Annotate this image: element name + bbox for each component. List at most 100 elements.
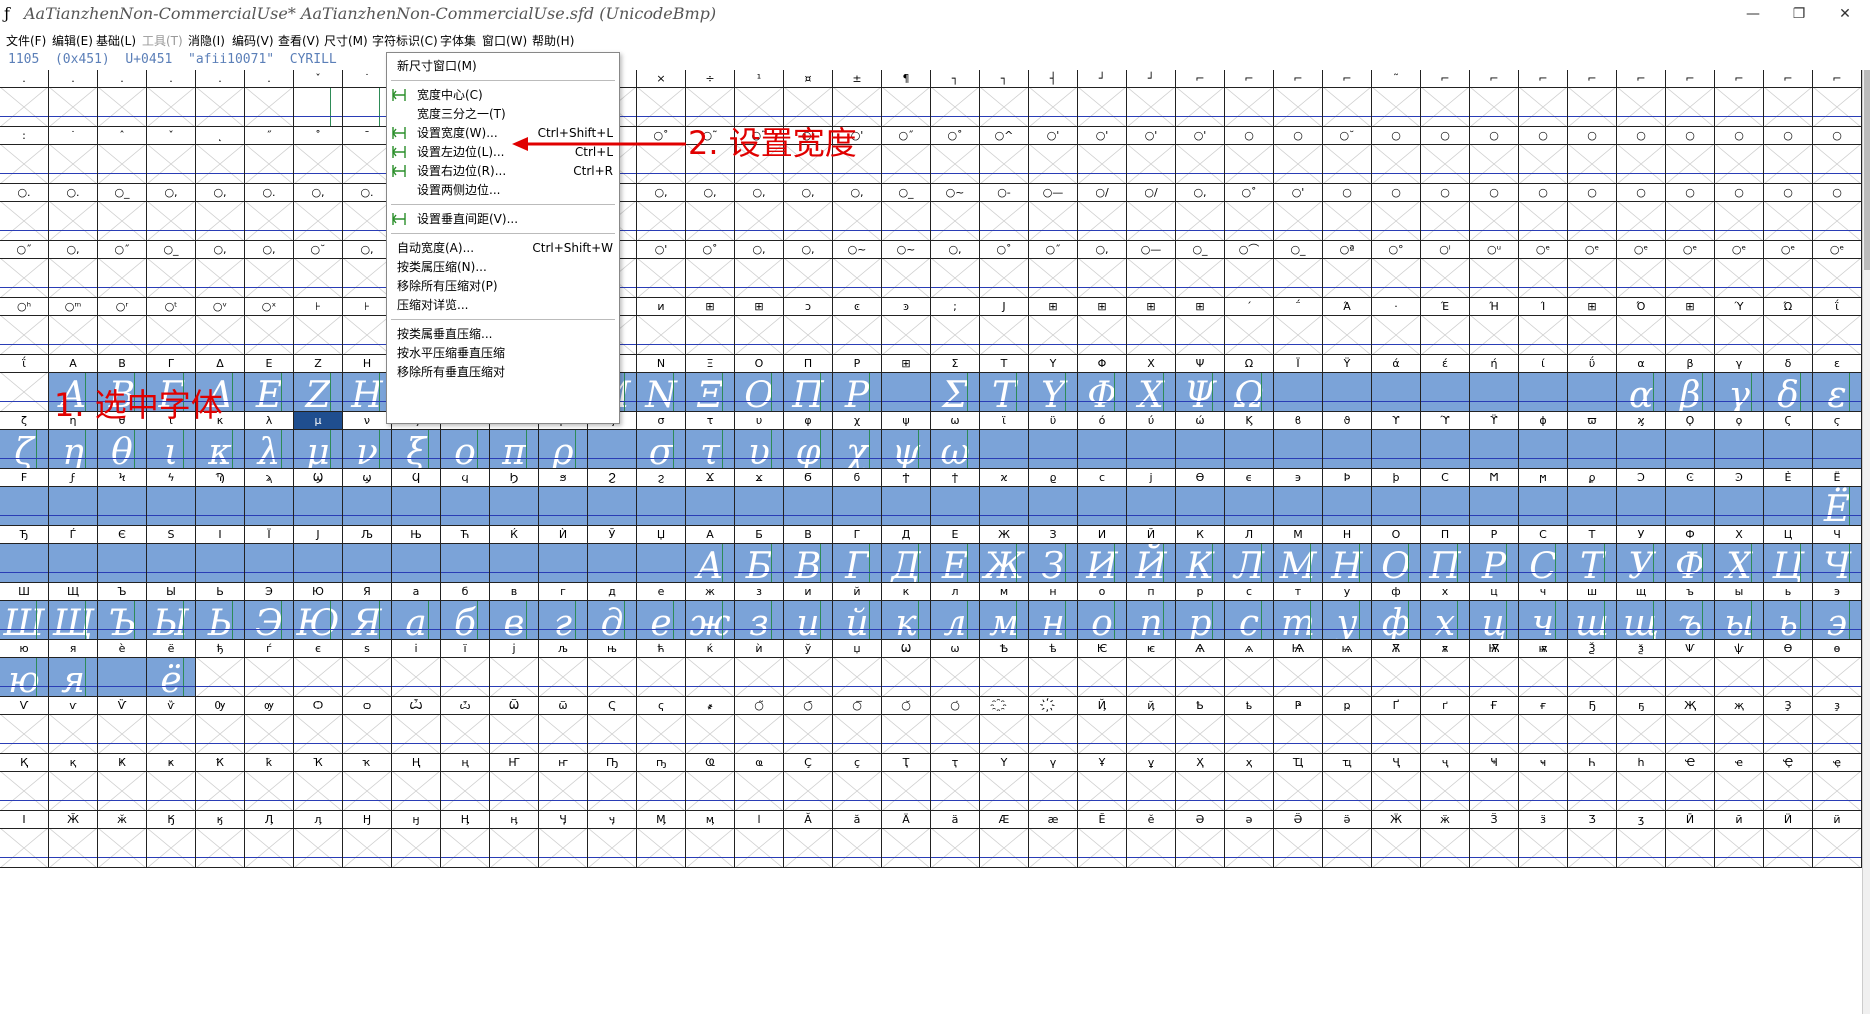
glyph-cell[interactable]: ӎ	[686, 811, 735, 868]
glyph-cell[interactable]: ○,	[49, 241, 98, 298]
glyph-cell[interactable]: ˉ	[343, 127, 392, 184]
glyph-cell[interactable]: ҂	[686, 697, 735, 754]
glyph-cell[interactable]: ○	[1666, 184, 1715, 241]
glyph-cell[interactable]: ИИ	[1078, 526, 1127, 583]
glyph-cell[interactable]: ×	[637, 70, 686, 127]
glyph-cell[interactable]: Ϗ	[1225, 412, 1274, 469]
glyph-cell[interactable]: Ϧ	[490, 469, 539, 526]
glyph-cell[interactable]: ○	[1519, 127, 1568, 184]
glyph-cell[interactable]: Έ	[1421, 298, 1470, 355]
glyph-cell[interactable]: φφ	[784, 412, 833, 469]
glyph-cell[interactable]: ӆ	[294, 811, 343, 868]
glyph-cell[interactable]: .	[147, 70, 196, 127]
glyph-cell[interactable]: дд	[588, 583, 637, 640]
glyph-cell[interactable]: ○'	[1029, 127, 1078, 184]
glyph-cell[interactable]: Ѵ	[0, 697, 49, 754]
glyph-cell[interactable]: ββ	[1666, 355, 1715, 412]
glyph-cell[interactable]: ○	[1715, 184, 1764, 241]
glyph-cell[interactable]: Ҵ	[1274, 754, 1323, 811]
glyph-cell[interactable]: Ђ	[0, 526, 49, 583]
glyph-cell[interactable]: ѫ	[1421, 640, 1470, 697]
glyph-cell[interactable]: ○°	[1372, 241, 1421, 298]
glyph-cell[interactable]: Ϋ	[1323, 355, 1372, 412]
glyph-cell[interactable]: ΝΝ	[637, 355, 686, 412]
glyph-cell[interactable]: ⊞	[1666, 298, 1715, 355]
glyph-cell[interactable]: ○ᵗ	[147, 298, 196, 355]
glyph-cell[interactable]: .	[98, 70, 147, 127]
glyph-cell[interactable]: ΐ	[1813, 298, 1862, 355]
glyph-cell[interactable]: ό	[1078, 412, 1127, 469]
glyph-cell[interactable]: ҹ	[1519, 754, 1568, 811]
glyph-cell[interactable]: ○'	[1176, 127, 1225, 184]
glyph-cell[interactable]: Ӛ	[1274, 811, 1323, 868]
glyph-cell[interactable]: ӟ	[1519, 811, 1568, 868]
glyph-cell[interactable]: ○˚	[1225, 184, 1274, 241]
glyph-cell[interactable]: цц	[1470, 583, 1519, 640]
glyph-cell[interactable]: Ύ	[1715, 298, 1764, 355]
menu-item[interactable]: 字体集	[440, 32, 476, 50]
glyph-cell[interactable]: ү	[1029, 754, 1078, 811]
glyph-cell[interactable]: ϗ	[1617, 412, 1666, 469]
glyph-cell[interactable]: ОО	[1372, 526, 1421, 583]
glyph-cell[interactable]: ґ	[1421, 697, 1470, 754]
glyph-cell[interactable]: Ӑ	[784, 811, 833, 868]
glyph-cell[interactable]: ќ	[686, 640, 735, 697]
glyph-cell[interactable]: ҥ	[539, 754, 588, 811]
glyph-cell[interactable]: ҕ	[1617, 697, 1666, 754]
glyph-cell[interactable]: кк	[882, 583, 931, 640]
glyph-cell[interactable]: ○	[1666, 127, 1715, 184]
glyph-cell[interactable]: Ҁ	[588, 697, 637, 754]
menu-item[interactable]: 尺寸(M)	[324, 32, 368, 50]
glyph-cell[interactable]: ў	[784, 640, 833, 697]
glyph-cell[interactable]: μμ	[294, 412, 343, 469]
glyph-cell[interactable]: ϻ	[1519, 469, 1568, 526]
glyph-cell[interactable]: ○ᵉ	[1715, 241, 1764, 298]
glyph-cell[interactable]: ҏ	[1323, 697, 1372, 754]
glyph-cell[interactable]: ъъ	[1666, 583, 1715, 640]
glyph-cell[interactable]: ○	[1568, 184, 1617, 241]
glyph-cell[interactable]: ○˝	[98, 241, 147, 298]
glyph-cell[interactable]: қ	[49, 754, 98, 811]
glyph-cell[interactable]: ә	[1225, 811, 1274, 868]
glyph-cell[interactable]: ёё	[147, 640, 196, 697]
glyph-cell[interactable]: ○—	[1029, 184, 1078, 241]
glyph-cell[interactable]: Ώ	[1764, 298, 1813, 355]
glyph-cell[interactable]: ҡ	[343, 754, 392, 811]
glyph-cell[interactable]: ѿ	[539, 697, 588, 754]
glyph-cell[interactable]: Ѫ	[1372, 640, 1421, 697]
glyph-cell[interactable]: Ѣ	[980, 640, 1029, 697]
glyph-cell[interactable]: Ѥ	[1078, 640, 1127, 697]
glyph-cell[interactable]: ○_	[1176, 241, 1225, 298]
popup-menu-item[interactable]: 设置两侧边位...	[387, 181, 619, 199]
glyph-cell[interactable]: Љ	[343, 526, 392, 583]
glyph-cell[interactable]: ӂ	[98, 811, 147, 868]
glyph-cell[interactable]: Ϙ	[1666, 412, 1715, 469]
glyph-cell[interactable]: ЯЯ	[343, 583, 392, 640]
glyph-cell[interactable]: ͼ	[833, 298, 882, 355]
glyph-cell[interactable]: ң	[441, 754, 490, 811]
glyph-cell[interactable]: Ϣ	[294, 469, 343, 526]
glyph-cell[interactable]: Ќ	[490, 526, 539, 583]
glyph-cell[interactable]: ○˝	[882, 127, 931, 184]
glyph-cell[interactable]: ϫ	[735, 469, 784, 526]
glyph-cell[interactable]: Ѩ	[1274, 640, 1323, 697]
glyph-cell[interactable]: ¶	[882, 70, 931, 127]
glyph-cell[interactable]: ҁ	[637, 697, 686, 754]
glyph-cell[interactable]: ○,	[1176, 184, 1225, 241]
glyph-cell[interactable]: .	[49, 70, 98, 127]
glyph-cell[interactable]: Ӥ	[1764, 811, 1813, 868]
glyph-cell[interactable]: Ҟ	[196, 754, 245, 811]
glyph-cell[interactable]: Ѳ	[1764, 640, 1813, 697]
glyph-cell[interactable]: Ҩ	[686, 754, 735, 811]
glyph-cell[interactable]: Ό	[1617, 298, 1666, 355]
glyph-cell[interactable]: Є	[98, 526, 147, 583]
glyph-grid[interactable]: ...... ˇ ˘ ˙ ˙ × ÷ ¹ ¤ ± ¶ ┐ ┐ ┤ ┘ ┘ ⌐ ⌐ ⌐ ⌐ ˜ ⌐ ⌐ ⌐ ⌐ ⌐ ⌐ ⌐ ⌐ ⌐: ˙ ˆ ˇ ˛…	[0, 70, 1862, 1014]
glyph-cell[interactable]: Ӡ	[1568, 811, 1617, 868]
glyph-cell[interactable]: Ӓ	[882, 811, 931, 868]
glyph-cell[interactable]: шш	[1568, 583, 1617, 640]
glyph-cell[interactable]: ХХ	[1715, 526, 1764, 583]
glyph-cell[interactable]: ○~	[882, 241, 931, 298]
glyph-cell[interactable]: ○	[1715, 127, 1764, 184]
glyph-cell[interactable]: ϊ	[980, 412, 1029, 469]
glyph-cell[interactable]: Ӎ	[637, 811, 686, 868]
